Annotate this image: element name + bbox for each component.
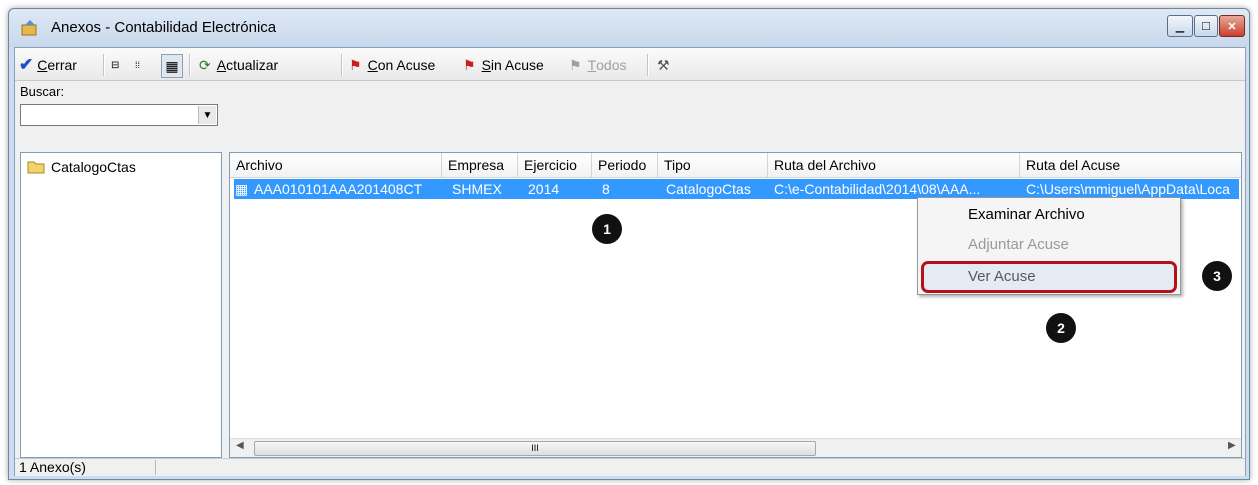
small-icons-view-icon[interactable]: ⊟ <box>111 54 119 76</box>
todos-key: T <box>587 57 597 73</box>
status-divider <box>155 460 156 475</box>
cell-tipo: CatalogoCtas <box>666 181 751 197</box>
cell-ruta-acuse: C:\Users\mmiguel\AppData\Loca <box>1026 181 1230 197</box>
callout-badge-3: 3 <box>1202 261 1232 291</box>
window-title: Anexos - Contabilidad Electrónica <box>51 19 277 36</box>
app-icon <box>21 20 37 36</box>
search-label: Buscar: <box>20 84 65 99</box>
todos-button[interactable]: ⚑ Todos <box>569 54 626 76</box>
column-empresa[interactable]: Empresa <box>442 153 518 177</box>
actualizar-label: ctualizar <box>226 57 279 73</box>
folder-icon <box>27 161 45 174</box>
menu-item-examinar-archivo[interactable]: Examinar Archivo <box>968 206 1085 223</box>
cell-empresa: SHMEX <box>452 181 502 197</box>
toolbar-separator <box>103 54 105 76</box>
actualizar-key: A <box>216 57 227 73</box>
status-bar: 1 Anexo(s) <box>15 458 1245 476</box>
table-row[interactable]: ▦ AAA010101AAA201408CT SHMEX 2014 8 Cata… <box>234 179 1239 199</box>
cerrar-key: C <box>37 57 48 73</box>
horizontal-scrollbar[interactable]: ◀ III ▶ <box>230 438 1241 457</box>
checkmark-icon: ✔ <box>19 55 34 74</box>
highlight-box <box>921 261 1177 293</box>
file-icon: ▦ <box>235 181 249 197</box>
sin-acuse-label: in Acuse <box>490 57 544 73</box>
column-ejercicio[interactable]: Ejercicio <box>518 153 592 177</box>
cell-archivo: AAA010101AAA201408CT <box>254 181 423 197</box>
refresh-icon: ⟳ <box>199 56 211 73</box>
column-ruta-acuse[interactable]: Ruta del Acuse <box>1020 153 1241 177</box>
scroll-right-icon[interactable]: ▶ <box>1228 440 1236 451</box>
cerrar-button[interactable]: ✔ Cerrar <box>19 54 77 76</box>
con-acuse-label: on Acuse <box>377 57 436 73</box>
maximize-button[interactable]: ☐ <box>1194 15 1218 37</box>
column-ruta-archivo[interactable]: Ruta del Archivo <box>768 153 1020 177</box>
close-button[interactable]: ✕ <box>1219 15 1245 37</box>
status-count: 1 Anexo(s) <box>19 459 86 475</box>
scroll-left-icon[interactable]: ◀ <box>236 440 244 451</box>
callout-badge-2: 2 <box>1046 313 1076 343</box>
title-bar[interactable]: Anexos - Contabilidad Electrónica ▁ ☐ ✕ <box>9 9 1249 47</box>
con-acuse-key: C <box>367 57 378 73</box>
chevron-down-icon[interactable]: ▼ <box>198 106 216 124</box>
red-flag-icon: ⚑ <box>349 56 362 73</box>
column-archivo[interactable]: Archivo <box>230 153 442 177</box>
con-acuse-button[interactable]: ⚑ Con Acuse <box>349 54 435 76</box>
list-header: Archivo Empresa Ejercicio Periodo Tipo R… <box>230 153 1241 178</box>
cell-ruta-archivo: C:\e-Contabilidad\2014\08\AAA... <box>774 181 981 197</box>
cerrar-label: errar <box>47 57 77 73</box>
sin-acuse-button[interactable]: ⚑ Sin Acuse <box>463 54 544 76</box>
tree-panel: CatalogoCtas <box>20 152 222 458</box>
search-combobox[interactable]: ▼ <box>20 104 218 126</box>
toolbar: ✔ Cerrar ⊟ ⁞⁞ ▦ ⟳ Actualizar ⚑ Con Acuse… <box>15 48 1245 81</box>
minimize-button[interactable]: ▁ <box>1167 15 1193 37</box>
tree-item-catalogoctas[interactable]: CatalogoCtas <box>27 159 136 175</box>
details-view-icon[interactable]: ▦ <box>161 54 183 78</box>
sin-acuse-key: S <box>481 57 491 73</box>
cell-periodo: 8 <box>602 181 610 197</box>
cell-ejercicio: 2014 <box>528 181 560 197</box>
actualizar-button[interactable]: ⟳ Actualizar <box>199 54 278 76</box>
gray-flag-icon: ⚑ <box>569 56 582 73</box>
menu-item-adjuntar-acuse[interactable]: Adjuntar Acuse <box>968 236 1069 253</box>
callout-badge-1: 1 <box>592 214 622 244</box>
red-flag-icon: ⚑ <box>463 56 476 73</box>
tree-item-label: CatalogoCtas <box>51 159 136 175</box>
toolbar-separator <box>647 54 649 76</box>
toolbar-separator <box>341 54 343 76</box>
list-view-icon[interactable]: ⁞⁞ <box>135 54 140 76</box>
toolbar-separator <box>189 54 191 76</box>
todos-label: odos <box>596 57 627 73</box>
scroll-thumb[interactable]: III <box>254 441 816 456</box>
column-tipo[interactable]: Tipo <box>658 153 768 177</box>
column-periodo[interactable]: Periodo <box>592 153 658 177</box>
tools-icon[interactable]: ⚒ <box>657 54 670 76</box>
